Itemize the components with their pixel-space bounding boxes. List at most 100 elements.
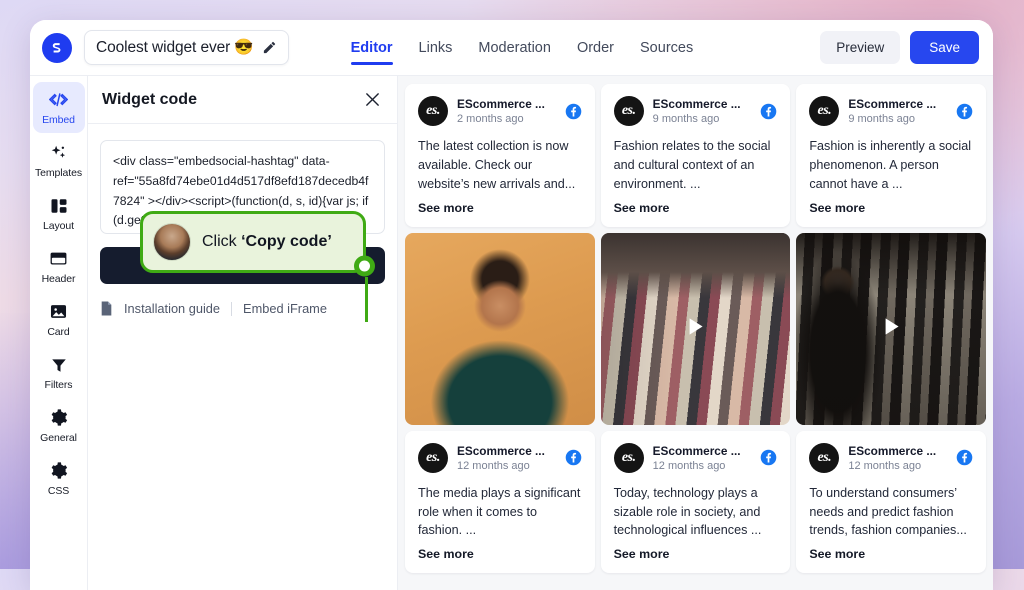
sidebar: Embed Templates Layout Header Card Filte…	[30, 76, 88, 590]
facebook-icon	[565, 103, 582, 120]
post-card[interactable]: es. EScommerce ... 12 months ago To unde…	[796, 430, 986, 574]
funnel-icon	[50, 355, 68, 374]
see-more-link[interactable]: See more	[418, 547, 582, 561]
see-more-link[interactable]: See more	[614, 547, 778, 561]
code-icon	[49, 90, 68, 109]
post-media-video[interactable]	[796, 232, 986, 425]
see-more-link[interactable]: See more	[614, 201, 778, 215]
post-meta: EScommerce ... 12 months ago	[653, 444, 752, 472]
post-media-video[interactable]	[600, 232, 791, 425]
topbar-actions: Preview Save	[820, 31, 979, 64]
callout-text-emphasis: ‘Copy code’	[241, 233, 332, 250]
sidebar-item-embed[interactable]: Embed	[32, 82, 85, 133]
sidebar-label-header: Header	[41, 273, 76, 285]
widget-title-field[interactable]: Coolest widget ever 😎	[84, 30, 289, 65]
code-links-row: Installation guide Embed iFrame	[100, 301, 385, 316]
app-window: Coolest widget ever 😎 Editor Links Moder…	[30, 20, 993, 590]
sidebar-label-general: General	[40, 432, 77, 444]
sidebar-item-css[interactable]: CSS	[33, 453, 85, 504]
widget-code-panel: Widget code <div class="embedsocial-hash…	[88, 76, 398, 590]
see-more-link[interactable]: See more	[418, 201, 582, 215]
tab-editor[interactable]: Editor	[350, 36, 393, 65]
post-timestamp: 12 months ago	[848, 459, 922, 472]
avatar: es.	[418, 96, 448, 126]
sidebar-item-general[interactable]: General	[33, 400, 85, 451]
post-header: es. EScommerce ... 12 months ago	[418, 442, 582, 473]
embed-iframe-link[interactable]: Embed iFrame	[243, 301, 327, 316]
see-more-link[interactable]: See more	[809, 547, 973, 561]
post-header: es. EScommerce ... 9 months ago	[809, 96, 973, 126]
top-bar: Coolest widget ever 😎 Editor Links Moder…	[30, 20, 993, 76]
post-timestamp: 12 months ago	[652, 459, 726, 472]
play-icon[interactable]	[878, 313, 904, 344]
post-meta: EScommerce ... 9 months ago	[653, 97, 752, 125]
sidebar-item-header[interactable]: Header	[33, 241, 85, 292]
post-media-image[interactable]	[405, 232, 595, 425]
avatar	[153, 223, 191, 261]
post-author: EScommerce ...	[652, 443, 741, 458]
tab-links[interactable]: Links	[419, 36, 453, 60]
facebook-icon	[956, 103, 973, 120]
sidebar-item-filters[interactable]: Filters	[33, 347, 85, 398]
sidebar-label-css: CSS	[47, 485, 70, 497]
widget-code-body: <div class="embedsocial-hashtag" data-re…	[88, 124, 397, 322]
post-header: es. EScommerce ... 12 months ago	[809, 442, 973, 473]
avatar: es.	[613, 96, 644, 126]
tab-sources[interactable]: Sources	[640, 36, 693, 60]
header-icon	[49, 249, 68, 268]
avatar: es.	[809, 442, 840, 473]
see-more-link[interactable]: See more	[809, 201, 973, 215]
avatar: es.	[809, 96, 840, 126]
pencil-icon[interactable]	[262, 40, 277, 55]
callout-connector-line	[365, 277, 368, 322]
sidebar-label-card: Card	[47, 326, 70, 338]
post-author: EScommerce ...	[457, 97, 545, 111]
post-meta: EScommerce ... 2 months ago	[457, 97, 556, 125]
image-icon	[49, 302, 68, 321]
sidebar-label-filters: Filters	[44, 379, 73, 391]
click-target-highlight-dot	[354, 255, 375, 276]
post-card[interactable]: es. EScommerce ... 2 months ago The late…	[405, 84, 595, 227]
tab-order[interactable]: Order	[577, 36, 614, 60]
post-card[interactable]: es. EScommerce ... 9 months ago Fashion …	[796, 84, 986, 227]
post-header: es. EScommerce ... 2 months ago	[418, 96, 582, 126]
sidebar-item-layout[interactable]: Layout	[33, 188, 85, 239]
post-author: EScommerce ...	[652, 97, 741, 111]
sidebar-label-templates: Templates	[35, 167, 82, 179]
body-row: Embed Templates Layout Header Card Filte…	[30, 76, 993, 590]
facebook-icon	[956, 449, 973, 466]
gear-icon	[49, 408, 68, 427]
post-author: EScommerce ...	[457, 443, 545, 458]
gear-icon	[49, 461, 68, 480]
facebook-icon	[565, 449, 582, 466]
post-text: To understand consumers’ needs and predi…	[809, 485, 967, 538]
layout-icon	[50, 196, 68, 215]
main-nav: Editor Links Moderation Order Sources	[350, 20, 693, 75]
post-timestamp: 12 months ago	[457, 459, 530, 472]
post-timestamp: 9 months ago	[848, 113, 915, 125]
widget-code-header: Widget code	[88, 76, 397, 124]
play-icon[interactable]	[682, 313, 708, 344]
sidebar-item-card[interactable]: Card	[33, 294, 85, 345]
save-button[interactable]: Save	[910, 31, 979, 64]
close-icon[interactable]	[364, 91, 381, 108]
post-meta: EScommerce ... 12 months ago	[848, 444, 947, 472]
preview-button[interactable]: Preview	[820, 31, 901, 64]
post-card[interactable]: es. EScommerce ... 9 months ago Fashion …	[600, 84, 791, 227]
post-timestamp: 9 months ago	[652, 113, 720, 125]
post-author: EScommerce ...	[848, 97, 937, 111]
tab-moderation[interactable]: Moderation	[478, 36, 551, 60]
installation-guide-link[interactable]: Installation guide	[124, 301, 220, 316]
widget-preview-feed: es. EScommerce ... 2 months ago The late…	[398, 76, 993, 590]
post-text: The latest collection is now available. …	[418, 139, 576, 191]
post-card[interactable]: es. EScommerce ... 12 months ago The med…	[405, 430, 595, 574]
avatar: es.	[418, 442, 448, 473]
post-card[interactable]: es. EScommerce ... 12 months ago Today, …	[600, 430, 791, 574]
post-meta: EScommerce ... 9 months ago	[848, 97, 947, 125]
sidebar-item-templates[interactable]: Templates	[33, 135, 85, 186]
avatar: es.	[613, 442, 644, 473]
post-header: es. EScommerce ... 12 months ago	[613, 442, 778, 473]
facebook-icon	[760, 103, 777, 120]
sidebar-label-embed: Embed	[42, 114, 75, 126]
post-text: Fashion is inherently a social phenomeno…	[809, 139, 972, 191]
